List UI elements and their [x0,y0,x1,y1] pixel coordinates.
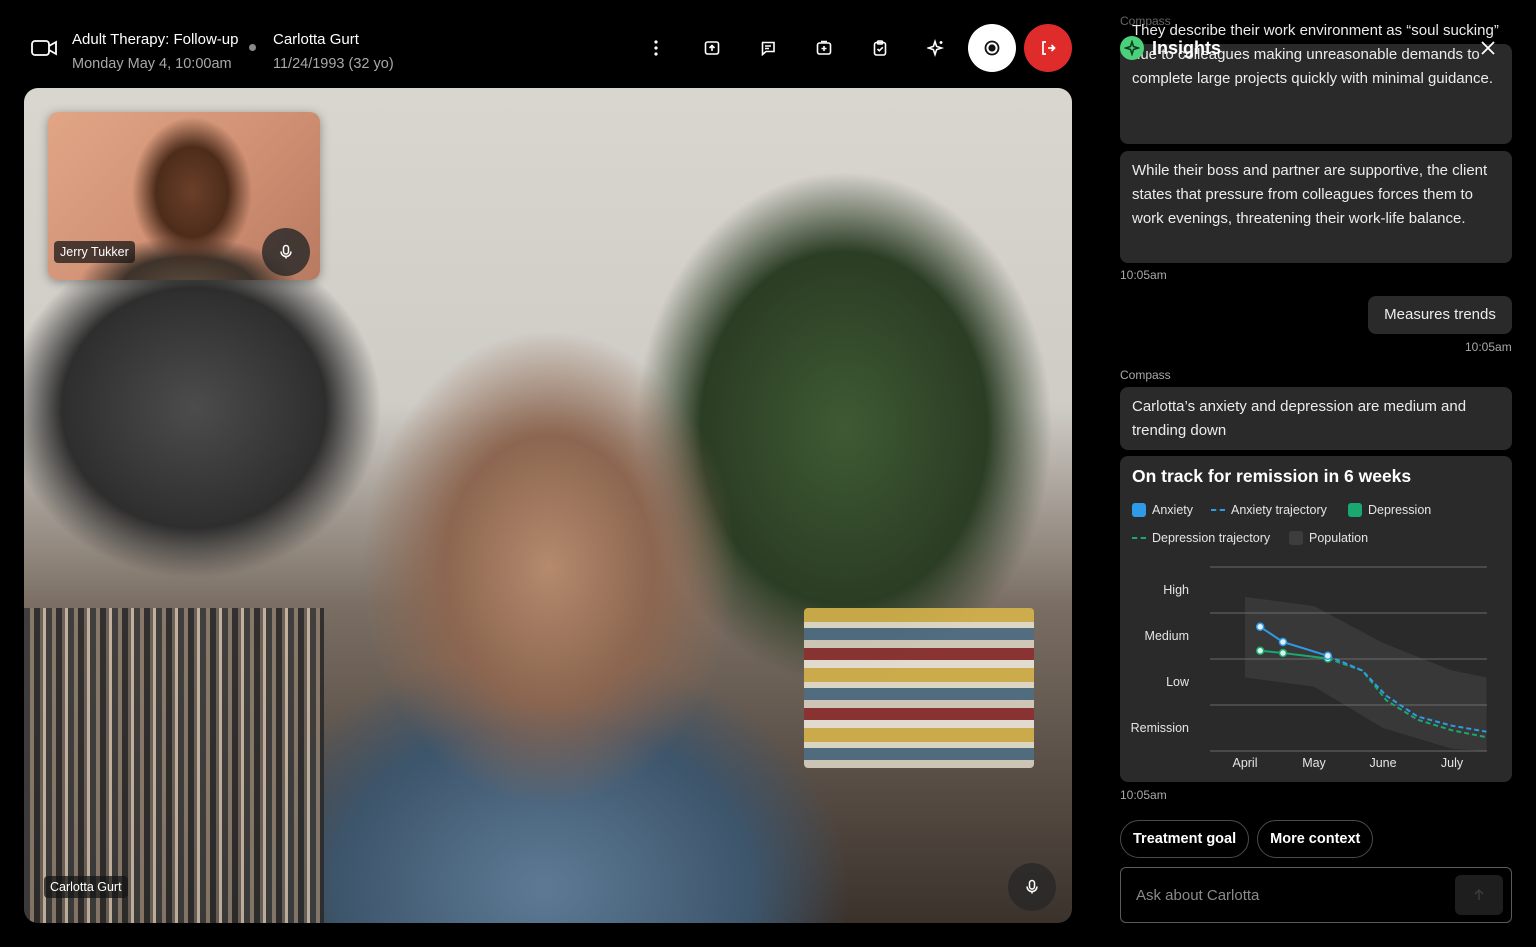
legend-swatch [1348,503,1362,517]
more-options-button[interactable] [632,24,680,72]
send-button[interactable] [1455,875,1503,915]
record-button[interactable] [968,24,1016,72]
legend-label: Population [1309,531,1369,545]
exit-icon [1042,41,1056,55]
depression-point [1278,648,1288,658]
insights-title: Insights [1120,36,1221,60]
ask-input[interactable] [1136,868,1456,922]
session-title: Adult Therapy: Follow-up [72,31,239,48]
legend-depression: Depression [1348,503,1431,517]
main-mic-button[interactable] [1008,863,1056,911]
timestamp: 10:05am [1120,268,1167,282]
separator-dot [249,44,256,51]
chart-title: On track for remission in 6 weeks [1132,466,1412,486]
microphone-icon [1026,879,1038,894]
add-card-button[interactable] [800,24,848,72]
close-icon[interactable] [1478,38,1498,58]
session-info: Adult Therapy: Follow-up Monday May 4, 1… [72,28,238,76]
self-video-pip[interactable]: Jerry Tukker [48,112,320,280]
depression-point [1255,646,1265,655]
record-icon [984,40,1000,56]
session-datetime: Monday May 4, 10:00am [72,56,232,72]
background-books [804,608,1034,768]
chat-button[interactable] [744,24,792,72]
assessment-button[interactable] [856,24,904,72]
anxiety-point [1255,622,1265,632]
client-dob: 11/24/1993 (32 yo) [273,56,394,72]
trend-chart: Remission Low Medium High April May June July [1131,566,1487,770]
legend-anxiety-trajectory: Anxiety trajectory [1211,503,1327,517]
chip-more-context[interactable]: More context [1257,820,1374,858]
video-camera-icon [31,40,57,56]
legend-depression-trajectory: Depression trajectory [1132,531,1270,545]
legend-label: Anxiety trajectory [1231,503,1327,517]
main-video-feed[interactable]: Jerry Tukker Carlotta Gurt [24,88,1072,923]
timestamp: 10:05am [1465,340,1512,354]
legend-label: Depression trajectory [1152,531,1271,545]
sparkle-icon [927,39,945,57]
chat-icon [761,41,775,57]
insights-button[interactable] [912,24,960,72]
legend-population: Population [1289,531,1368,545]
legend-anxiety: Anxiety [1132,503,1193,517]
arrow-up-icon [1474,888,1484,900]
sparkle-icon [1120,36,1144,60]
insights-title-text: Insights [1152,37,1222,58]
ask-box [1120,867,1512,923]
y-tick-label: Low [1166,675,1190,689]
client-info: Carlotta Gurt 11/24/1993 (32 yo) [273,28,394,76]
measures-trend-card: On track for remission in 6 weeks Anxiet… [1120,456,1512,782]
legend-label: Anxiety [1152,503,1193,517]
legend-swatch [1132,503,1146,517]
timestamp: 10:05am [1120,788,1167,802]
call-header: Adult Therapy: Follow-up Monday May 4, 1… [0,0,1096,88]
anxiety-point [1323,651,1333,661]
compass-label: Compass [1120,368,1171,382]
pip-participant-name: Jerry Tukker [54,241,135,263]
add-card-icon [816,40,832,55]
share-screen-button[interactable] [688,24,736,72]
legend-label: Depression [1368,503,1432,517]
y-tick-label: Medium [1145,629,1189,643]
legend-swatch [1289,531,1303,545]
chip-treatment-goal[interactable]: Treatment goal [1120,820,1250,858]
legend-swatch [1211,509,1225,511]
pip-mic-button[interactable] [262,228,310,276]
anxiety-point [1278,637,1288,647]
suggestion-chips: Treatment goal More context [1120,820,1374,858]
x-tick-label: June [1369,756,1396,770]
upload-icon [704,41,720,55]
clipboard-check-icon [873,40,887,56]
compass-message-3: Carlotta’s anxiety and depression are me… [1120,387,1512,450]
x-tick-label: April [1232,756,1257,770]
more-vertical-icon [654,40,658,56]
x-tick-label: July [1441,756,1464,770]
legend-swatch [1132,537,1146,539]
compass-message-2: While their boss and partner are support… [1120,151,1512,263]
main-participant-name: Carlotta Gurt [44,876,128,898]
end-call-button[interactable] [1024,24,1072,72]
x-tick-label: May [1302,756,1326,770]
user-message: Measures trends [1368,296,1512,334]
microphone-icon [280,244,292,259]
y-tick-label: Remission [1131,721,1189,735]
y-tick-label: High [1163,583,1189,597]
client-name: Carlotta Gurt [273,31,359,48]
